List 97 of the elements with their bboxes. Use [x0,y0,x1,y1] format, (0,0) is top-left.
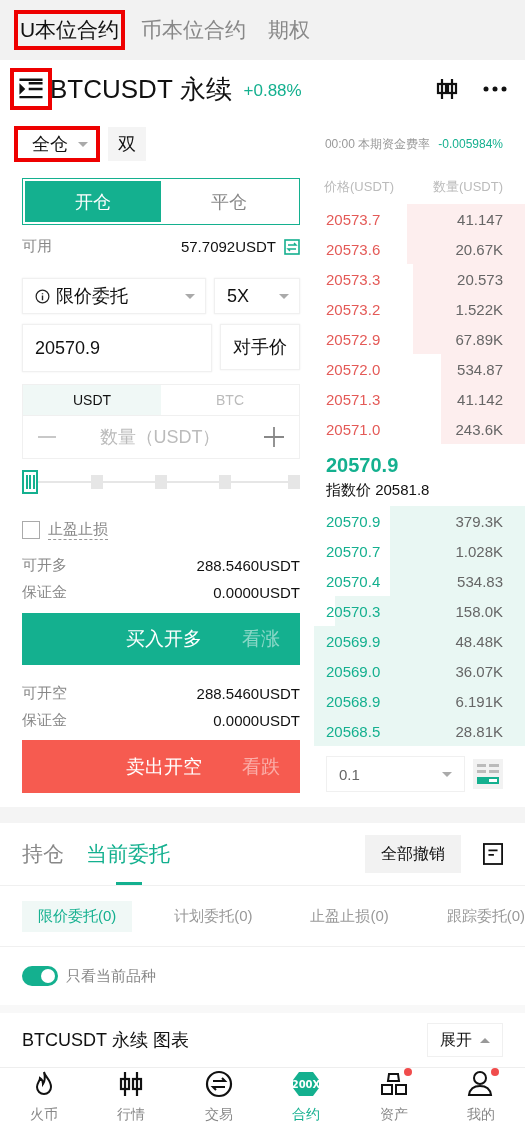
notification-dot [491,1067,500,1076]
bid-price[interactable]: 20570.4 [326,572,381,590]
sell-short-button[interactable]: 卖出开空 看跌 [22,740,300,793]
more-icon[interactable] [483,85,507,93]
info-value: 288.5460USDT [196,557,300,575]
ask-price[interactable]: 20573.6 [326,240,381,258]
checkbox[interactable] [22,521,40,540]
available-value: 57.7092USDT [180,238,276,256]
last-price: 20570.9 [325,453,400,478]
order-type-dropdown[interactable]: 限价委托 [22,278,206,315]
expand-button[interactable]: 展开 [427,1023,503,1057]
candlestick-icon [118,1069,145,1098]
bid-price[interactable]: 20569.0 [326,662,381,680]
transfer-icon[interactable] [284,238,300,255]
side-tab[interactable]: 开仓 [25,181,161,223]
cancel-all-button[interactable]: 全部撤销 [365,835,461,873]
info-label: 保证金 [22,711,67,730]
bid-amount: 534.83 [457,572,503,590]
position-mode-button[interactable]: 双 [108,127,146,161]
ask-price[interactable]: 20573.2 [326,300,381,318]
ask-price[interactable]: 20571.0 [326,420,381,438]
available-label: 可用 [22,237,52,257]
ask-price[interactable]: 20572.9 [326,330,381,348]
candlestick-icon[interactable] [435,77,459,101]
market-tab[interactable]: 期权 [262,10,317,50]
bid-amount: 48.48K [455,632,503,650]
depth-dropdown[interactable]: 0.1 [326,756,465,792]
column-header: 数量(USDT) [432,178,503,196]
bid-amount: 379.3K [455,512,503,530]
info-value: 0.0000USDT [213,712,300,729]
index-price: 指数价 20581.8 [325,480,431,500]
symbol-title: BTCUSDT 永续 [50,72,232,106]
ask-amount: 67.89K [455,330,503,348]
funding-rate: -0.005984% [438,137,503,151]
ask-amount: 534.87 [457,360,503,378]
exchange-icon [204,1069,233,1098]
order-filter-chip[interactable]: 限价委托(0) [22,900,133,932]
nav-item[interactable]: 200X 合约 [262,1068,350,1125]
column-header: 价格(USDT) [324,178,395,196]
info-label: 保证金 [22,583,67,603]
order-filter-chip[interactable]: 止盈止损(0) [294,900,405,932]
info-value: 288.5460USDT [196,684,300,702]
layout-icon[interactable] [473,759,503,789]
document-icon[interactable] [483,843,503,865]
ask-amount: 20.67K [455,240,503,258]
info-label: 可开空 [22,683,67,703]
funding-rate-label: 00:00 本期资金费率 [324,135,431,153]
orders-tab[interactable]: 当前委托 [86,823,170,885]
info-icon [35,288,50,304]
market-tab[interactable]: 币本位合约 [135,10,253,50]
ask-price[interactable]: 20571.3 [326,390,381,408]
unit-tab[interactable]: BTC [161,385,299,416]
toggle-switch[interactable] [22,966,58,986]
orders-tab[interactable]: 持仓 [22,823,64,885]
ask-amount: 41.147 [457,210,503,228]
bid-price[interactable]: 20570.3 [326,602,381,620]
counterparty-price-button[interactable]: 对手价 [220,324,300,371]
nav-item[interactable]: 交易 [175,1068,263,1125]
bid-amount: 158.0K [455,602,503,620]
ask-amount: 20.573 [457,270,503,288]
toggle-label: 只看当前品种 [66,966,156,986]
bid-price[interactable]: 20570.7 [326,542,381,560]
nav-item[interactable]: 资产 [350,1068,438,1125]
bid-price[interactable]: 20568.9 [326,692,381,710]
buy-long-button[interactable]: 买入开多 看涨 [22,612,300,666]
notification-dot [403,1067,412,1076]
ask-amount: 243.6K [455,420,503,438]
bid-price[interactable]: 20568.5 [326,722,381,740]
market-tab[interactable]: U本位合约 [14,10,126,50]
tpsl-label: 止盈止损 [48,520,108,541]
nav-item[interactable]: 行情 [87,1068,175,1125]
bid-amount: 28.81K [455,722,503,740]
ask-amount: 41.142 [457,390,503,408]
price-change: +0.88% [243,81,302,101]
price-field[interactable]: 20570.9 [22,324,212,373]
contract-icon: 200X [292,1069,321,1098]
order-filter-chip[interactable]: 跟踪委托(0) [430,900,525,932]
order-filter-chip[interactable]: 计划委托(0) [158,900,269,932]
bid-amount: 36.07K [455,662,503,680]
chart-title: BTCUSDT 永续 图表 [22,1029,189,1052]
nav-item[interactable]: 我的 [437,1068,525,1125]
info-label: 可开多 [22,556,67,576]
bid-price[interactable]: 20570.9 [326,512,381,530]
nav-item[interactable]: 火币 [0,1068,88,1125]
side-tab[interactable]: 平仓 [161,181,297,223]
bid-amount: 6.191K [455,692,503,710]
ask-amount: 1.522K [455,300,503,318]
ask-price[interactable]: 20573.7 [326,210,381,228]
bid-price[interactable]: 20569.9 [326,632,381,650]
bid-amount: 1.028K [455,542,503,560]
leverage-dropdown[interactable]: 5X [214,278,300,315]
ask-price[interactable]: 20572.0 [326,360,381,378]
margin-mode-dropdown[interactable]: 全仓 [14,126,100,162]
ask-price[interactable]: 20573.3 [326,270,381,288]
info-value: 0.0000USDT [213,584,300,602]
plus-icon[interactable] [263,426,285,449]
unit-tab[interactable]: USDT [23,385,161,416]
